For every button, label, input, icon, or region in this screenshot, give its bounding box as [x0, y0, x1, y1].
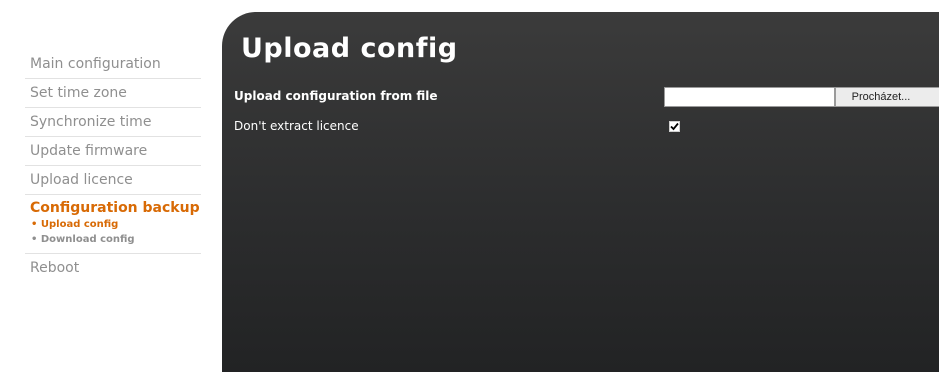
upload-file-label: Upload configuration from file — [234, 89, 438, 103]
page-title: Upload config — [241, 33, 458, 64]
dont-extract-licence-checkbox[interactable] — [669, 121, 680, 132]
file-path-input[interactable] — [664, 87, 835, 107]
nav-reboot[interactable]: Reboot — [25, 254, 201, 282]
checkmark-icon — [670, 122, 679, 131]
nav-synchronize-time[interactable]: Synchronize time — [25, 108, 201, 137]
nav-update-firmware[interactable]: Update firmware — [25, 137, 201, 166]
nav-configuration-backup[interactable]: Configuration backup — [30, 200, 201, 217]
dont-extract-licence-label: Don't extract licence — [234, 119, 359, 133]
nav-group-configuration-backup: Configuration backup • Upload config • D… — [25, 195, 201, 254]
nav-main-configuration[interactable]: Main configuration — [25, 55, 201, 79]
browse-button[interactable]: Procházet... — [835, 87, 939, 107]
main-panel: Upload config Upload configuration from … — [222, 12, 939, 372]
nav-set-time-zone[interactable]: Set time zone — [25, 79, 201, 108]
nav-sub-download-config[interactable]: • Download config — [30, 232, 201, 247]
nav-upload-licence[interactable]: Upload licence — [25, 166, 201, 195]
nav-sub-upload-config[interactable]: • Upload config — [30, 217, 201, 232]
sidebar-nav: Main configuration Set time zone Synchro… — [25, 55, 201, 282]
